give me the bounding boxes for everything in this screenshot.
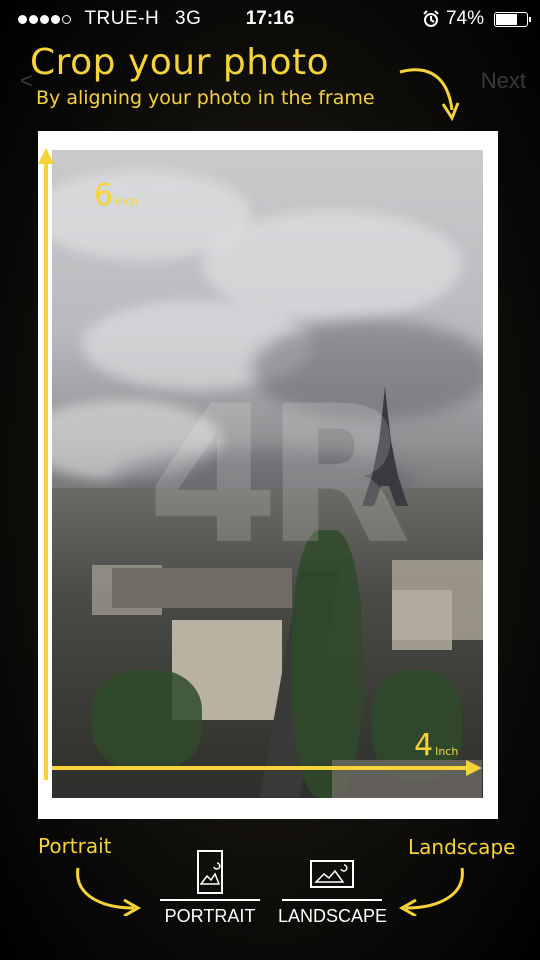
height-axis <box>44 156 48 780</box>
height-unit: Inch <box>115 195 139 208</box>
battery-icon <box>494 11 531 27</box>
curved-arrow-icon <box>399 68 460 122</box>
landscape-option[interactable]: LANDSCAPE <box>278 848 387 928</box>
landscape-hint: Landscape <box>408 835 516 859</box>
status-bar: TRUE-H 3G 17:16 74% <box>0 0 540 38</box>
width-value: 4 <box>414 728 434 763</box>
height-arrow-icon <box>38 148 54 164</box>
landscape-divider <box>282 899 382 901</box>
landscape-label: LANDSCAPE <box>278 906 388 926</box>
height-value: 6 <box>94 178 114 213</box>
landscape-photo-icon <box>310 860 354 888</box>
curved-arrow-right-icon <box>398 867 464 916</box>
width-unit: Inch <box>435 745 459 758</box>
battery-percent: 74% <box>445 8 484 29</box>
portrait-photo-icon <box>197 850 223 894</box>
width-arrow-icon <box>466 760 482 776</box>
size-watermark: 4R <box>147 365 411 586</box>
width-axis <box>52 766 472 770</box>
status-right: 74% <box>422 8 531 30</box>
portrait-option[interactable]: PORTRAIT <box>160 848 260 928</box>
page-title: Crop your photo <box>30 42 330 83</box>
portrait-divider <box>160 899 260 901</box>
height-dimension: 6 Inch <box>94 178 138 213</box>
curved-arrow-left-icon <box>76 867 142 916</box>
crop-frame[interactable]: 4R <box>38 131 498 819</box>
photo-preview[interactable]: 4R <box>52 150 483 798</box>
portrait-label: PORTRAIT <box>164 906 256 926</box>
next-button[interactable]: Next <box>481 68 526 94</box>
width-dimension: 4 Inch <box>414 728 458 763</box>
page-subtitle: By aligning your photo in the frame <box>36 87 375 109</box>
portrait-hint: Portrait <box>38 834 112 858</box>
alarm-icon <box>422 10 440 28</box>
